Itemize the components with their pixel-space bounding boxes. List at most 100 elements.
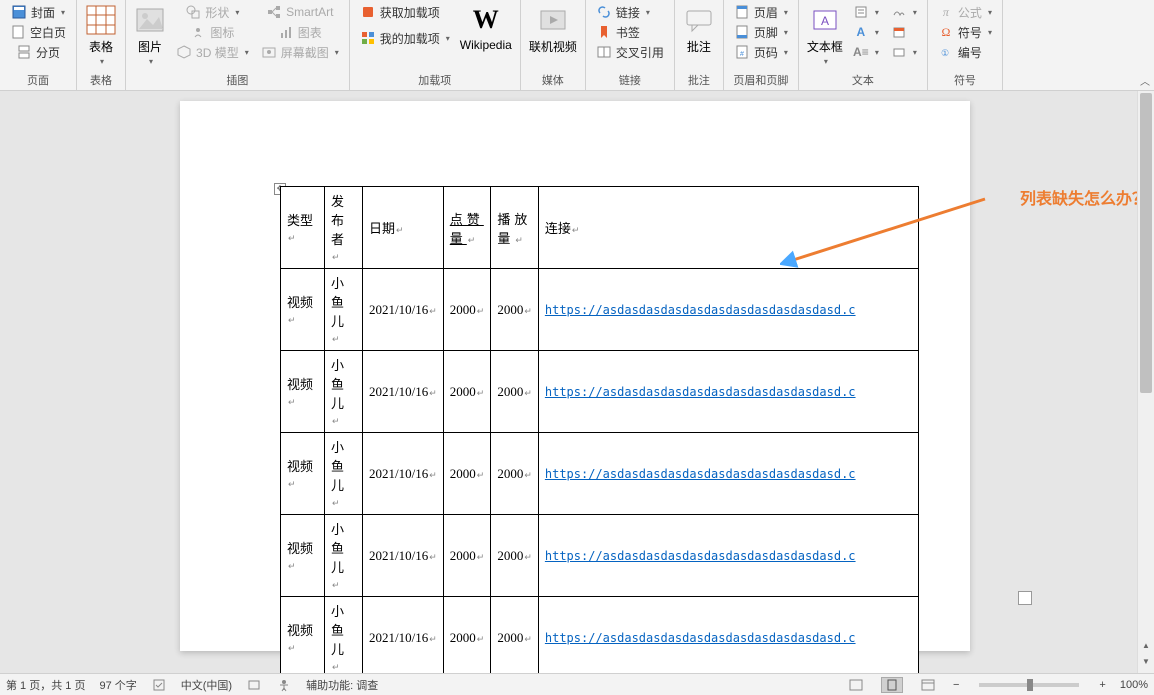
status-language[interactable]: 中文(中国): [181, 677, 232, 693]
zoom-level[interactable]: 100%: [1120, 679, 1148, 691]
scrollbar-thumb[interactable]: [1140, 93, 1152, 393]
wikipedia-button[interactable]: W Wikipedia: [456, 2, 516, 70]
scroll-down-arrow[interactable]: ▼: [1138, 657, 1154, 673]
datetime-button[interactable]: [889, 22, 909, 42]
scroll-up-arrow[interactable]: ▲: [1138, 641, 1154, 657]
view-focus-button[interactable]: [845, 677, 867, 693]
cell-plays[interactable]: 2000: [491, 515, 539, 597]
ribbon-group-links: 链接 书签 交叉引用 链接: [586, 0, 675, 90]
doc-hyperlink[interactable]: https://asdasdasdasdasdasdasdasdasdasdas…: [545, 303, 856, 317]
page-break-button[interactable]: 分页: [14, 42, 62, 62]
equation-button[interactable]: π公式: [936, 2, 994, 22]
smartart-button[interactable]: SmartArt: [264, 2, 335, 22]
cell-link[interactable]: https://asdasdasdasdasdasdasdasdasdasdas…: [538, 351, 918, 433]
shapes-button[interactable]: 形状: [183, 2, 241, 22]
pagenum-button[interactable]: #页码: [732, 42, 790, 62]
link-button[interactable]: 链接: [594, 2, 652, 22]
my-addins-button[interactable]: 我的加载项: [358, 28, 452, 48]
object-button[interactable]: [889, 42, 919, 62]
bookmark-button[interactable]: 书签: [594, 22, 642, 42]
doc-hyperlink[interactable]: https://asdasdasdasdasdasdasdasdasdasdas…: [545, 385, 856, 399]
cell-type[interactable]: 视频: [281, 351, 325, 433]
cell-date[interactable]: 2021/10/16: [363, 597, 444, 674]
icons-button[interactable]: 图标: [188, 22, 236, 42]
cell-link[interactable]: https://asdasdasdasdasdasdasdasdasdasdas…: [538, 433, 918, 515]
col-header-date[interactable]: 日期: [363, 187, 444, 269]
zoom-in-button[interactable]: +: [1099, 679, 1105, 691]
link-label: 链接: [616, 4, 640, 21]
status-proofing-icon[interactable]: [151, 677, 167, 693]
crossref-button[interactable]: 交叉引用: [594, 42, 666, 62]
comment-button[interactable]: 批注: [679, 2, 719, 70]
wordart-button[interactable]: A: [851, 22, 881, 42]
cell-author[interactable]: 小鱼儿: [325, 351, 363, 433]
col-header-link[interactable]: 连接: [538, 187, 918, 269]
cell-link[interactable]: https://asdasdasdasdasdasdasdasdasdasdas…: [538, 597, 918, 674]
status-page[interactable]: 第 1 页，共 1 页: [6, 677, 85, 693]
header-button[interactable]: 页眉: [732, 2, 790, 22]
cell-likes[interactable]: 2000: [443, 597, 491, 674]
online-video-label: 联机视频: [529, 38, 577, 55]
screenshot-button[interactable]: 屏幕截图: [259, 42, 341, 62]
col-header-author[interactable]: 发布者: [325, 187, 363, 269]
textbox-button[interactable]: A 文本框: [803, 2, 847, 70]
status-macro-icon[interactable]: [246, 677, 262, 693]
doc-hyperlink[interactable]: https://asdasdasdasdasdasdasdasdasdasdas…: [545, 631, 856, 645]
doc-hyperlink[interactable]: https://asdasdasdasdasdasdasdasdasdasdas…: [545, 549, 856, 563]
cell-author[interactable]: 小鱼儿: [325, 433, 363, 515]
cell-date[interactable]: 2021/10/16: [363, 515, 444, 597]
vertical-scrollbar[interactable]: ▲ ▼: [1137, 91, 1154, 673]
zoom-out-button[interactable]: −: [953, 679, 959, 691]
cell-type[interactable]: 视频: [281, 269, 325, 351]
3d-models-button[interactable]: 3D 模型: [174, 42, 251, 62]
signature-button[interactable]: [889, 2, 919, 22]
cell-type[interactable]: 视频: [281, 515, 325, 597]
cell-type[interactable]: 视频: [281, 433, 325, 515]
online-video-button[interactable]: 联机视频: [525, 2, 581, 70]
cell-author[interactable]: 小鱼儿: [325, 597, 363, 674]
cell-likes[interactable]: 2000: [443, 515, 491, 597]
cell-link[interactable]: https://asdasdasdasdasdasdasdasdasdasdas…: [538, 269, 918, 351]
col-header-type[interactable]: 类型: [281, 187, 325, 269]
chart-button[interactable]: 图表: [276, 22, 324, 42]
col-header-likes[interactable]: 点赞量: [443, 187, 491, 269]
footer-button[interactable]: 页脚: [732, 22, 790, 42]
cell-link[interactable]: https://asdasdasdasdasdasdasdasdasdasdas…: [538, 515, 918, 597]
table-row: 视频小鱼儿2021/10/1620002000https://asdasdasd…: [281, 433, 919, 515]
cell-author[interactable]: 小鱼儿: [325, 515, 363, 597]
get-addins-button[interactable]: 获取加载项: [358, 2, 442, 22]
view-print-button[interactable]: [881, 677, 903, 693]
zoom-slider[interactable]: [979, 683, 1079, 687]
cell-plays[interactable]: 2000: [491, 597, 539, 674]
cell-type[interactable]: 视频: [281, 597, 325, 674]
number-button[interactable]: ①编号: [936, 42, 984, 62]
cell-plays[interactable]: 2000: [491, 269, 539, 351]
cover-page-button[interactable]: 封面: [9, 2, 67, 22]
status-accessibility-icon[interactable]: [276, 677, 292, 693]
cell-likes[interactable]: 2000: [443, 269, 491, 351]
view-web-button[interactable]: [917, 677, 939, 693]
dropcap-button[interactable]: A≡: [851, 42, 881, 62]
cell-likes[interactable]: 2000: [443, 433, 491, 515]
status-words[interactable]: 97 个字: [99, 677, 136, 693]
cell-date[interactable]: 2021/10/16: [363, 351, 444, 433]
cell-date[interactable]: 2021/10/16: [363, 433, 444, 515]
quick-parts-button[interactable]: [851, 2, 881, 22]
table-resize-handle[interactable]: [1018, 591, 1032, 605]
pictures-button[interactable]: 图片: [130, 2, 170, 70]
col-header-plays[interactable]: 播放量: [491, 187, 539, 269]
symbol-button[interactable]: Ω符号: [936, 22, 994, 42]
blank-page-button[interactable]: 空白页: [8, 22, 68, 42]
cell-plays[interactable]: 2000: [491, 351, 539, 433]
zoom-slider-thumb[interactable]: [1027, 679, 1033, 691]
cell-author[interactable]: 小鱼儿: [325, 269, 363, 351]
ribbon-group-media: 联机视频 媒体: [521, 0, 586, 90]
document-table[interactable]: 类型 发布者 日期 点赞量 播放量 连接 视频小鱼儿2021/10/162000…: [280, 186, 919, 673]
collapse-ribbon-button[interactable]: ︿: [1140, 73, 1150, 88]
table-button[interactable]: 表格: [81, 2, 121, 70]
cell-date[interactable]: 2021/10/16: [363, 269, 444, 351]
doc-hyperlink[interactable]: https://asdasdasdasdasdasdasdasdasdasdas…: [545, 467, 856, 481]
status-accessibility[interactable]: 辅助功能: 调查: [306, 677, 378, 693]
cell-likes[interactable]: 2000: [443, 351, 491, 433]
cell-plays[interactable]: 2000: [491, 433, 539, 515]
